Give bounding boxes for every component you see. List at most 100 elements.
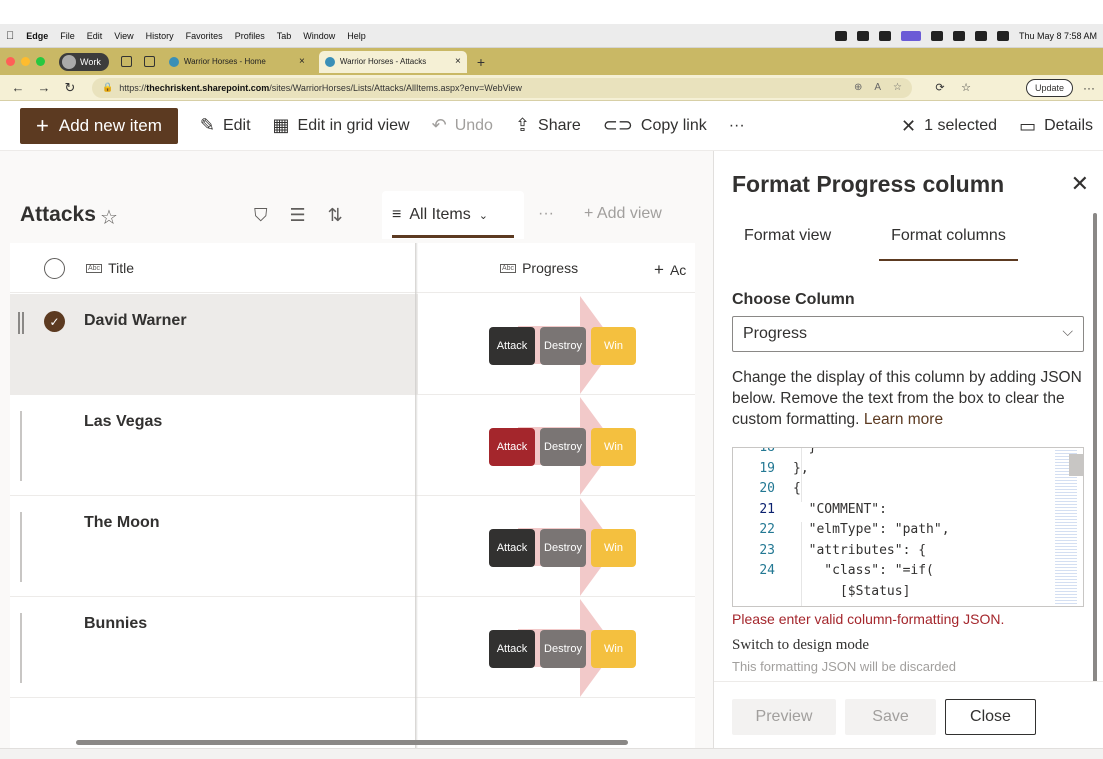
- status-icon[interactable]: [952, 31, 965, 41]
- panel-scrollbar[interactable]: [1093, 213, 1097, 683]
- row-title[interactable]: Las Vegas: [84, 413, 162, 431]
- row-title-area[interactable]: [10, 395, 416, 495]
- clock[interactable]: Thu May 8 7:58 AM: [1019, 31, 1097, 41]
- code-line[interactable]: 23 "attributes": {: [733, 543, 1053, 563]
- menu-history[interactable]: History: [146, 31, 174, 41]
- switch-design-mode-link[interactable]: Switch to design mode: [732, 637, 869, 654]
- json-editor[interactable]: 18 } 19}, 20{21 "COMMENT": 22 "elmType": "p…: [732, 447, 1084, 607]
- edit-grid-view-button[interactable]: ▦ Edit in grid view: [273, 115, 410, 136]
- menu-window[interactable]: Window: [303, 31, 335, 41]
- collections-icon[interactable]: [120, 56, 132, 67]
- choose-column-dropdown[interactable]: Progress ⌵: [732, 316, 1084, 352]
- menu-edit[interactable]: Edit: [87, 31, 103, 41]
- horizontal-scrollbar[interactable]: [76, 740, 628, 745]
- profile-button[interactable]: Work: [59, 52, 109, 71]
- update-button[interactable]: Update: [1026, 78, 1074, 97]
- new-tab-icon[interactable]: +: [477, 54, 485, 70]
- add-column-button[interactable]: + Ac: [654, 260, 686, 280]
- tab-format-columns[interactable]: Format columns: [879, 227, 1018, 261]
- apple-icon[interactable]: : [6, 30, 14, 42]
- close-window-icon[interactable]: [6, 57, 15, 66]
- row-title[interactable]: David Warner: [84, 312, 187, 330]
- preview-button[interactable]: Preview: [732, 699, 836, 735]
- edit-button[interactable]: ✎ Edit: [200, 115, 251, 136]
- drag-handle[interactable]: [20, 613, 22, 683]
- menu-edge[interactable]: Edge: [26, 31, 48, 41]
- row-title-area[interactable]: [10, 294, 416, 394]
- column-header-title[interactable]: Abc Title: [86, 260, 134, 276]
- close-button[interactable]: Close: [945, 699, 1036, 735]
- tab-home[interactable]: Warrior Horses - Home ×: [163, 51, 311, 73]
- favorite-star-icon[interactable]: ☆: [893, 82, 902, 93]
- zoom-icon[interactable]: ⊕: [854, 82, 862, 93]
- table-row[interactable]: Las Vegas Attack Destroy Win: [10, 395, 695, 496]
- code-line[interactable]: 20 {: [733, 481, 1053, 501]
- code-line[interactable]: 24 "class": "=if(: [733, 563, 1053, 583]
- minimize-window-icon[interactable]: [21, 57, 30, 66]
- tab-actions-icon[interactable]: [143, 56, 155, 67]
- code-line[interactable]: 18 }: [733, 448, 1053, 460]
- row-title-area[interactable]: [10, 496, 416, 596]
- column-header-progress[interactable]: Abc Progress: [500, 260, 578, 276]
- save-button[interactable]: Save: [845, 699, 936, 735]
- menu-help[interactable]: Help: [347, 31, 366, 41]
- drag-handle[interactable]: [18, 312, 24, 334]
- menu-tab[interactable]: Tab: [277, 31, 292, 41]
- url-field[interactable]: 🔒 https://thechriskent.sharepoint.com/si…: [92, 77, 912, 98]
- share-button[interactable]: ⇪ Share: [515, 115, 581, 136]
- learn-more-link[interactable]: Learn more: [864, 411, 943, 428]
- details-button[interactable]: ▭ Details: [1019, 116, 1093, 137]
- clear-selection-button[interactable]: ✕ 1 selected: [901, 116, 997, 137]
- code-line[interactable]: [$Status]: [733, 584, 1053, 604]
- code-line[interactable]: 22 "elmType": "path",: [733, 522, 1053, 542]
- tab-format-view[interactable]: Format view: [732, 227, 843, 261]
- row-title[interactable]: Bunnies: [84, 615, 147, 633]
- close-tab-icon[interactable]: ×: [299, 56, 305, 67]
- sort-icon[interactable]: ⇅: [328, 205, 343, 226]
- drag-handle[interactable]: [20, 512, 22, 582]
- forward-icon[interactable]: →: [36, 80, 52, 95]
- drag-handle[interactable]: [20, 411, 22, 481]
- menu-view[interactable]: View: [114, 31, 133, 41]
- favorites-icon[interactable]: ☆: [958, 81, 974, 94]
- code-line[interactable]: 19},: [733, 461, 1053, 481]
- status-icon[interactable]: [878, 31, 891, 41]
- undo-button[interactable]: ↶ Undo: [432, 115, 493, 136]
- search-icon[interactable]: [996, 31, 1009, 41]
- filter-icon[interactable]: ⛉: [254, 205, 268, 226]
- menu-favorites[interactable]: Favorites: [186, 31, 223, 41]
- row-title-area[interactable]: [10, 597, 416, 697]
- screen-share-icon[interactable]: [900, 31, 921, 41]
- back-icon[interactable]: ←: [10, 80, 26, 95]
- status-icon[interactable]: [856, 31, 869, 41]
- tab-attacks[interactable]: Warrior Horses - Attacks ×: [318, 50, 467, 73]
- close-panel-icon[interactable]: ✕: [1071, 171, 1089, 197]
- menu-profiles[interactable]: Profiles: [235, 31, 265, 41]
- table-row[interactable]: The Moon Attack Destroy Win: [10, 496, 695, 597]
- zoom-window-icon[interactable]: [36, 57, 45, 66]
- row-title[interactable]: The Moon: [84, 514, 160, 532]
- group-icon[interactable]: ☰: [290, 205, 306, 226]
- more-views-button[interactable]: ···: [538, 205, 554, 223]
- minimap-slider[interactable]: [1069, 454, 1083, 476]
- add-new-item-button[interactable]: + Add new item: [20, 107, 178, 144]
- cloud-icon[interactable]: [930, 31, 943, 41]
- view-switcher[interactable]: ≡ All Items ⌄: [382, 191, 524, 239]
- wifi-icon[interactable]: [974, 31, 987, 41]
- extensions-icon[interactable]: ⟳: [932, 81, 948, 94]
- copy-link-button[interactable]: ⊂⊃ Copy link: [603, 115, 707, 136]
- more-commands-button[interactable]: ···: [729, 117, 745, 135]
- close-tab-icon[interactable]: ×: [455, 56, 461, 67]
- code-line[interactable]: 21 "COMMENT":: [733, 501, 1053, 522]
- table-row[interactable]: Bunnies Attack Destroy Win: [10, 597, 695, 698]
- select-all-checkbox[interactable]: [44, 258, 65, 279]
- row-checkbox[interactable]: ✓: [44, 311, 65, 332]
- menu-file[interactable]: File: [60, 31, 75, 41]
- add-view-button[interactable]: + Add view: [584, 205, 662, 223]
- table-row[interactable]: ✓ David Warner Attack Destroy Win: [10, 294, 695, 395]
- browser-menu-icon[interactable]: ···: [1083, 81, 1095, 95]
- status-icon[interactable]: [834, 31, 847, 41]
- favorite-star-icon[interactable]: ☆: [100, 205, 118, 230]
- read-aloud-icon[interactable]: A: [874, 82, 881, 93]
- refresh-icon[interactable]: ↻: [62, 80, 78, 96]
